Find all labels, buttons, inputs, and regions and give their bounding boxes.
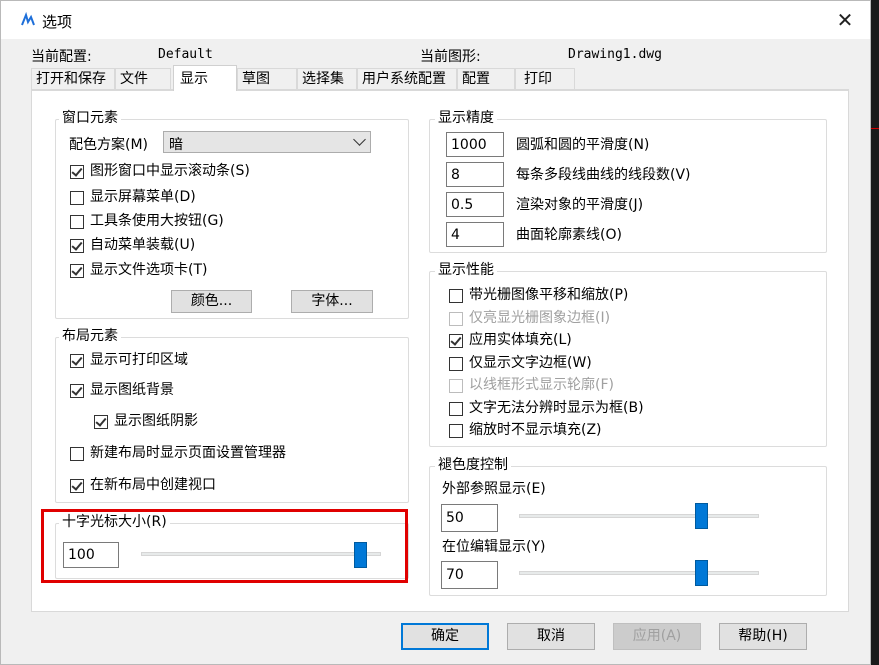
checkbox-text-as-box[interactable] (449, 402, 463, 416)
checkbox-large-buttons[interactable] (70, 215, 84, 229)
tab-plot[interactable]: 打印 (515, 68, 575, 89)
current-drawing-value: Drawing1.dwg (568, 47, 662, 62)
title-bar: 选项 ✕ (1, 1, 870, 39)
checkbox-label: 在新布局中创建视口 (90, 477, 216, 493)
inplace-slider-track[interactable] (519, 571, 759, 575)
tab-files[interactable]: 文件 (115, 68, 171, 89)
layout-elements-title: 布局元素 (59, 328, 121, 344)
checkbox-label: 以线框形式显示轮廓(F) (469, 377, 614, 393)
color-scheme-label: 配色方案(M) (69, 137, 149, 153)
polyline-segments-label: 每条多段线曲线的线段数(V) (516, 167, 691, 183)
checkbox-no-fill-on-zoom[interactable] (449, 424, 463, 438)
current-drawing-label: 当前图形: (420, 49, 481, 65)
checkbox-create-viewport[interactable] (70, 479, 84, 493)
checkbox-label: 新建布局时显示页面设置管理器 (90, 445, 286, 461)
current-config-label: 当前配置: (31, 49, 92, 65)
inplace-slider-thumb[interactable] (695, 560, 708, 586)
color-scheme-select[interactable]: 暗 (163, 131, 371, 153)
arc-smoothness-label: 圆弧和圆的平滑度(N) (516, 137, 650, 153)
contour-lines-label: 曲面轮廓素线(O) (516, 227, 622, 243)
color-scheme-value: 暗 (169, 137, 183, 153)
background-divider (871, 128, 879, 129)
display-resolution-title: 显示精度 (435, 110, 497, 126)
app-icon (21, 11, 35, 26)
render-smoothness-label: 渲染对象的平滑度(J) (516, 197, 644, 213)
contour-lines-input[interactable]: 4 (446, 222, 504, 247)
polyline-segments-input[interactable]: 8 (446, 162, 504, 187)
help-button[interactable]: 帮助(H) (719, 623, 807, 650)
current-config-value: Default (158, 47, 213, 62)
display-performance-title: 显示性能 (435, 262, 497, 278)
checkbox-label: 应用实体填充(L) (469, 332, 572, 348)
checkbox-printable-area[interactable] (70, 354, 84, 368)
checkbox-show-scrollbars[interactable] (70, 165, 84, 179)
checkbox-label: 显示可打印区域 (90, 352, 188, 368)
highlight-box (41, 509, 408, 583)
tab-user-preferences[interactable]: 用户系统配置 (357, 68, 457, 89)
checkbox-label: 图形窗口中显示滚动条(S) (90, 163, 250, 179)
checkbox-raster-pan-zoom[interactable] (449, 289, 463, 303)
fade-control-title: 褪色度控制 (435, 457, 511, 473)
options-dialog: 选项 ✕ 当前配置: Default 当前图形: Drawing1.dwg 打开… (0, 0, 871, 665)
tab-profiles[interactable]: 配置 (457, 68, 515, 89)
render-smoothness-input[interactable]: 0.5 (446, 192, 504, 217)
tab-display[interactable]: 显示 (173, 65, 237, 91)
checkbox-file-tabs[interactable] (70, 264, 84, 278)
checkbox-solid-fill[interactable] (449, 334, 463, 348)
xref-slider-thumb[interactable] (695, 503, 708, 529)
colors-button[interactable]: 颜色... (171, 290, 252, 313)
chevron-down-icon (353, 133, 366, 146)
inplace-fade-input[interactable]: 70 (441, 561, 498, 589)
window-elements-title: 窗口元素 (59, 110, 121, 126)
apply-button: 应用(A) (613, 623, 701, 650)
xref-slider-track[interactable] (519, 514, 759, 518)
tab-selection[interactable]: 选择集 (297, 68, 357, 89)
checkbox-label: 缩放时不显示填充(Z) (469, 422, 602, 438)
tab-drafting[interactable]: 草图 (237, 68, 297, 89)
checkbox-label: 工具条使用大按钮(G) (90, 213, 224, 229)
ok-button[interactable]: 确定 (401, 623, 489, 650)
checkbox-raster-frame-only (449, 312, 463, 326)
checkbox-label: 文字无法分辨时显示为框(B) (469, 400, 644, 416)
checkbox-paper-shadow[interactable] (94, 415, 108, 429)
arc-smoothness-input[interactable]: 1000 (446, 132, 504, 157)
checkbox-label: 显示图纸背景 (90, 382, 174, 398)
checkbox-label: 带光栅图像平移和缩放(P) (469, 287, 629, 303)
checkbox-wireframe-silhouette (449, 379, 463, 393)
checkbox-page-setup-manager[interactable] (70, 447, 84, 461)
checkbox-label: 显示文件选项卡(T) (90, 262, 208, 278)
inplace-fade-label: 在位编辑显示(Y) (442, 539, 546, 555)
checkbox-screen-menu[interactable] (70, 191, 84, 205)
checkbox-label: 显示图纸阴影 (114, 413, 198, 429)
fonts-button[interactable]: 字体... (291, 290, 373, 313)
tab-open-save[interactable]: 打开和保存 (31, 68, 115, 89)
checkbox-paper-background[interactable] (70, 384, 84, 398)
checkbox-label: 仅显示文字边框(W) (469, 355, 592, 371)
checkbox-label: 显示屏幕菜单(D) (90, 189, 196, 205)
cancel-button[interactable]: 取消 (507, 623, 595, 650)
window-title: 选项 (42, 13, 73, 31)
xref-fade-input[interactable]: 50 (441, 504, 498, 532)
xref-fade-label: 外部参照显示(E) (442, 481, 546, 497)
checkbox-auto-menu-load[interactable] (70, 239, 84, 253)
checkbox-text-frame-only[interactable] (449, 357, 463, 371)
close-icon[interactable]: ✕ (831, 7, 859, 33)
checkbox-label: 自动菜单装载(U) (90, 237, 196, 253)
checkbox-label: 仅亮显光栅图象边框(I) (469, 310, 611, 326)
